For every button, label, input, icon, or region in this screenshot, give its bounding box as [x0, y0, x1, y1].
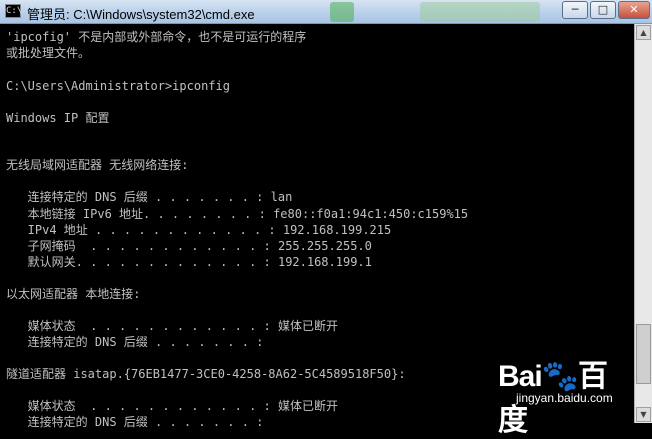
- title-bar[interactable]: C:\ 管理员: C:\Windows\system32\cmd.exe ─ □…: [0, 0, 652, 24]
- console-line: 本地链接 IPv6 地址. . . . . . . . : fe80::f0a1…: [6, 207, 469, 221]
- console-line: 默认网关. . . . . . . . . . . . . : 192.168.…: [6, 255, 372, 269]
- console-line: IPv4 地址 . . . . . . . . . . . . : 192.16…: [6, 223, 392, 237]
- console-line: 以太网适配器 本地连接:: [6, 287, 141, 301]
- background-app-icon: [330, 2, 354, 22]
- console-line: 'ipcofig' 不是内部或外部命令，也不是可运行的程序: [6, 30, 307, 44]
- background-browser-tab: [420, 2, 540, 22]
- vertical-scrollbar[interactable]: ▲ ▼: [634, 24, 652, 423]
- console-line: 或批处理文件。: [6, 46, 91, 60]
- minimize-button[interactable]: ─: [562, 1, 588, 19]
- window-title: 管理员: C:\Windows\system32\cmd.exe: [27, 7, 255, 22]
- console-line: 连接特定的 DNS 后缀 . . . . . . . :: [6, 335, 264, 349]
- close-button[interactable]: ✕: [618, 1, 650, 19]
- console-line: Windows IP 配置: [6, 111, 110, 125]
- scrollbar-thumb[interactable]: [636, 324, 651, 384]
- maximize-button[interactable]: □: [590, 1, 616, 19]
- console-line: 媒体状态 . . . . . . . . . . . . : 媒体已断开: [6, 399, 338, 413]
- scroll-up-arrow-icon[interactable]: ▲: [636, 25, 651, 40]
- console-line: 连接特定的 DNS 后缀 . . . . . . . : lan: [6, 190, 293, 204]
- console-line: 连接特定的 DNS 后缀 . . . . . . . :: [6, 415, 264, 429]
- console-line: 媒体状态 . . . . . . . . . . . . : 媒体已断开: [6, 319, 338, 333]
- console-line: 子网掩码 . . . . . . . . . . . . : 255.255.2…: [6, 239, 372, 253]
- watermark-url: jingyan.baidu.com: [516, 391, 613, 405]
- baidu-watermark: Bai🐾百度 jingyan.baidu.com: [498, 351, 628, 437]
- console-line: 隧道适配器 isatap.{76EB1477-3CE0-4258-8A62-5C…: [6, 367, 406, 381]
- cmd-icon: C:\: [5, 4, 23, 18]
- scroll-down-arrow-icon[interactable]: ▼: [636, 407, 651, 422]
- console-line: C:\Users\Administrator>ipconfig: [6, 79, 230, 93]
- console-line: 无线局域网适配器 无线网络连接:: [6, 158, 189, 172]
